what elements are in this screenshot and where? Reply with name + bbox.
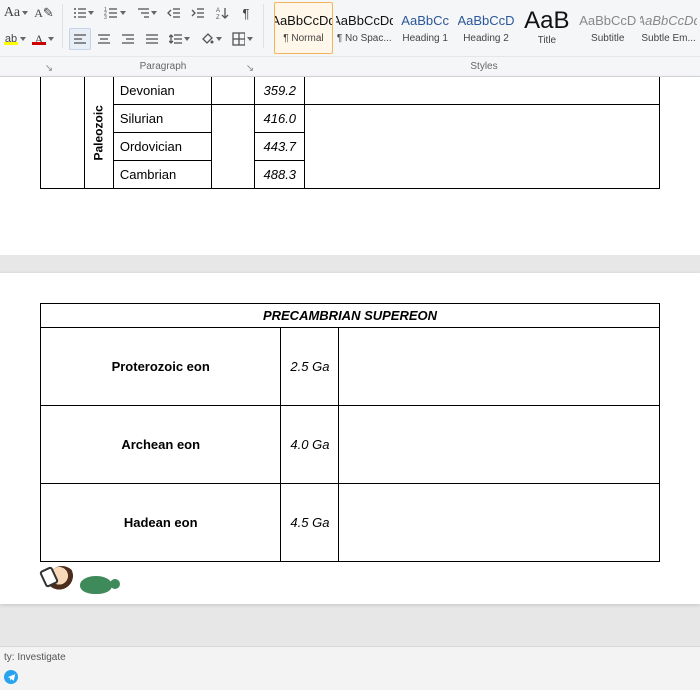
font-dialog-launcher[interactable]: ↘ (43, 62, 55, 74)
status-bar: ty: Investigate (0, 646, 700, 690)
eon-cell: Hadean eon (41, 484, 281, 562)
age-cell: 2.5 Ga (281, 328, 339, 406)
ribbon: Aa A ✎ ab A (0, 0, 700, 77)
align-center-button[interactable] (93, 28, 115, 50)
shading-button[interactable] (196, 28, 225, 50)
style-subtitle[interactable]: AaBbCcD Subtitle (578, 2, 637, 54)
style-no-spacing[interactable]: AaBbCcDd ¶ No Spac... (335, 2, 394, 54)
eraser-icon: ✎ (43, 5, 54, 21)
show-hide-marks-button[interactable]: ¶ (235, 2, 257, 24)
page-gap (0, 255, 700, 273)
accessibility-status[interactable]: ty: Investigate (4, 652, 66, 663)
bullets-button[interactable] (69, 2, 98, 24)
age-cell: 4.5 Ga (281, 484, 339, 562)
numbering-button[interactable]: 123 (100, 2, 129, 24)
indent-icon (191, 6, 205, 20)
styles-group-label: Styles (470, 61, 497, 72)
svg-text:Z: Z (216, 15, 220, 20)
increase-indent-button[interactable] (187, 2, 209, 24)
paragraph-dialog-launcher[interactable]: ↘ (244, 62, 256, 74)
era-cell: Paleozoic (84, 77, 113, 189)
period-cell: Cambrian (113, 161, 211, 189)
table-row[interactable]: Archean eon 4.0 Ga (41, 406, 660, 484)
multilevel-icon (136, 6, 149, 20)
period-cell: Devonian (113, 77, 211, 105)
borders-button[interactable] (228, 28, 257, 50)
align-left-button[interactable] (69, 28, 91, 50)
numbering-icon: 123 (104, 6, 117, 20)
group-separator (62, 4, 63, 48)
svg-text:3: 3 (104, 15, 107, 20)
sort-icon: AZ (215, 6, 229, 20)
svg-text:A: A (216, 8, 220, 14)
age-cell: 488.3 (255, 161, 305, 189)
font-size-glyph: Aa (4, 5, 20, 21)
justify-icon (145, 32, 159, 46)
age-cell: 443.7 (255, 133, 305, 161)
align-right-icon (121, 32, 135, 46)
outdent-icon (167, 6, 181, 20)
eon-cell: Archean eon (41, 406, 281, 484)
table-row[interactable]: Silurian 416.0 (41, 105, 660, 133)
group-separator (263, 4, 264, 48)
turtle-icon (80, 576, 112, 594)
borders-icon (232, 32, 245, 46)
style-heading-2[interactable]: AaBbCcD Heading 2 (457, 2, 516, 54)
precambrian-table[interactable]: PRECAMBRIAN SUPEREON Proterozoic eon 2.5… (40, 303, 660, 562)
style-heading-1[interactable]: AaBbCc Heading 1 (396, 2, 455, 54)
paleozoic-table[interactable]: Paleozoic Devonian 359.2 Silurian 416.0 … (40, 77, 660, 189)
period-cell: Silurian (113, 105, 211, 133)
telegram-icon[interactable] (4, 670, 18, 684)
age-cell: 416.0 (255, 105, 305, 133)
decrease-indent-button[interactable] (163, 2, 185, 24)
font-size-step-button[interactable]: Aa (2, 2, 30, 24)
line-spacing-button[interactable] (165, 28, 194, 50)
bullets-icon (73, 6, 86, 20)
page-2: PRECAMBRIAN SUPEREON Proterozoic eon 2.5… (0, 273, 700, 604)
table-row[interactable]: Proterozoic eon 2.5 Ga (41, 328, 660, 406)
styles-gallery[interactable]: AaBbCcDd ¶ Normal AaBbCcDd ¶ No Spac... … (268, 0, 700, 56)
sort-button[interactable]: AZ (211, 2, 233, 24)
font-color-button[interactable]: A (30, 28, 56, 50)
clear-formatting-button[interactable]: A ✎ (32, 2, 56, 24)
justify-button[interactable] (141, 28, 163, 50)
table-row[interactable]: Hadean eon 4.5 Ga (41, 484, 660, 562)
avatar-sticker (48, 566, 700, 594)
font-group: Aa A ✎ ab A (0, 0, 58, 56)
align-right-button[interactable] (117, 28, 139, 50)
multilevel-list-button[interactable] (132, 2, 161, 24)
document-area[interactable]: Paleozoic Devonian 359.2 Silurian 416.0 … (0, 77, 700, 646)
style-normal[interactable]: AaBbCcDd ¶ Normal (274, 2, 333, 54)
pilcrow-icon: ¶ (242, 6, 249, 21)
age-cell: 359.2 (255, 77, 305, 105)
table-row[interactable]: Paleozoic Devonian 359.2 (41, 77, 660, 105)
person-icon (48, 566, 76, 594)
align-left-icon (73, 32, 87, 46)
paragraph-group: 123 AZ ¶ (67, 0, 259, 56)
age-cell: 4.0 Ga (281, 406, 339, 484)
eon-cell: Proterozoic eon (41, 328, 281, 406)
style-subtle-emphasis[interactable]: AaBbCcDd Subtle Em... (639, 2, 698, 54)
style-title[interactable]: AaB Title (517, 2, 576, 54)
paint-bucket-icon (200, 32, 213, 46)
period-cell: Ordovician (113, 133, 211, 161)
line-spacing-icon (169, 32, 182, 46)
page-1: Paleozoic Devonian 359.2 Silurian 416.0 … (0, 77, 700, 255)
align-center-icon (97, 32, 111, 46)
paragraph-group-label: Paragraph (140, 61, 187, 72)
text-highlight-button[interactable]: ab (2, 28, 28, 50)
supereon-title: PRECAMBRIAN SUPEREON (41, 304, 660, 328)
